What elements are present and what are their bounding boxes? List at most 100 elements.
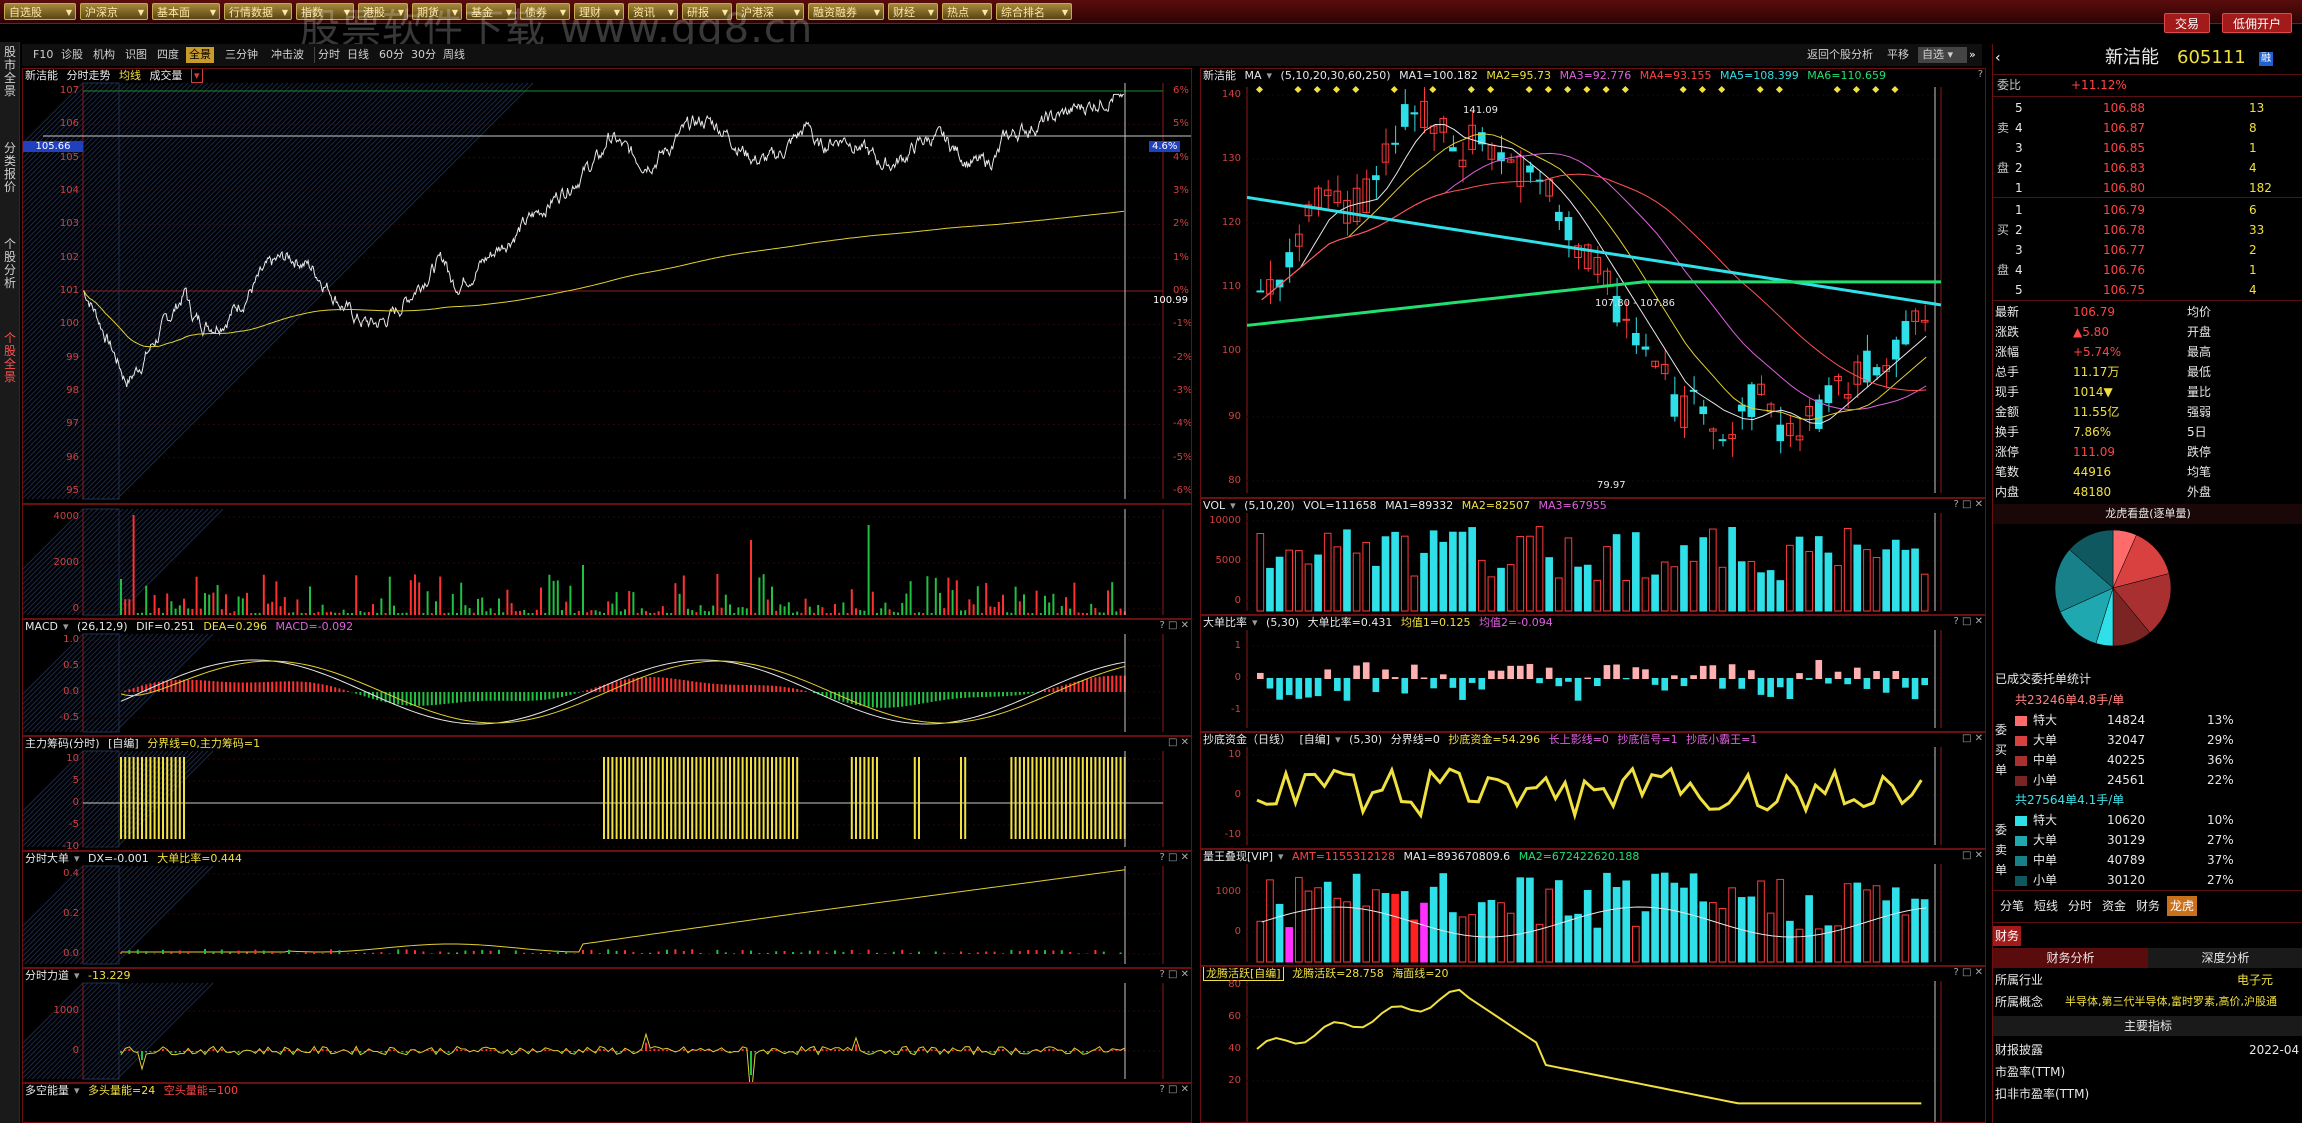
lwhx-bar xyxy=(1641,911,1650,963)
vol-bar xyxy=(1891,539,1900,612)
bid-price[interactable]: 106.76 xyxy=(2103,260,2145,280)
hatch-line xyxy=(66,982,164,1080)
candle-body xyxy=(1526,165,1534,173)
bottom-tab-0[interactable]: 分笔 xyxy=(1997,896,2027,916)
bottom-tab-2[interactable]: 分时 xyxy=(2065,896,2095,916)
pct-tick-label: 3% xyxy=(1173,185,1189,196)
candle-body xyxy=(1641,346,1650,350)
tab-f10[interactable]: F10 xyxy=(30,47,56,63)
signal-diamond xyxy=(1544,85,1552,94)
ratio-bar xyxy=(1613,664,1620,679)
lwhx-bar xyxy=(1468,914,1476,963)
back-to-stock-analysis[interactable]: 返回个股分析 xyxy=(1804,47,1876,63)
tab-weekly[interactable]: 周线 xyxy=(440,47,468,63)
bid-price[interactable]: 106.77 xyxy=(2103,240,2145,260)
dragon-tick-label: 80 xyxy=(1228,979,1241,990)
kline-range-label: 107.80 - 107.86 xyxy=(1595,298,1675,309)
sell-swatch xyxy=(2015,850,2031,870)
watchlist-dropdown[interactable]: 自选 ▾ xyxy=(1918,47,1968,63)
ask-price[interactable]: 106.80 xyxy=(2103,178,2145,198)
ask-price[interactable]: 106.88 xyxy=(2103,98,2145,118)
hatch-line xyxy=(26,982,124,1080)
menu-item-15[interactable]: 热点 ▼ xyxy=(942,3,992,20)
bid-price[interactable]: 106.79 xyxy=(2103,200,2145,220)
tab-panorama[interactable]: 全景 xyxy=(186,47,214,63)
webi-label: 委比 xyxy=(1997,78,2022,92)
hatch-line xyxy=(111,750,209,848)
lwhx-bar xyxy=(1853,882,1862,963)
bottom-tab-3[interactable]: 资金 xyxy=(2099,896,2129,916)
fin-analysis-tab[interactable]: 财务分析 xyxy=(1993,948,2148,968)
vol-bar xyxy=(1352,552,1361,612)
tab-60min[interactable]: 60分 xyxy=(376,47,407,63)
legend-swatch xyxy=(2015,815,2027,826)
left-tab-stock-analysis[interactable]: 个股分析 xyxy=(2,238,18,290)
trade-button[interactable]: 交易 xyxy=(2164,13,2211,33)
menu-item-2[interactable]: 基本面 ▼ xyxy=(152,3,220,20)
tab-daily[interactable]: 日线 xyxy=(344,47,372,63)
menu-item-16[interactable]: 综合排名 ▼ xyxy=(996,3,1072,20)
vol-bar xyxy=(1343,529,1351,612)
candle-body xyxy=(1814,399,1823,429)
menu-item-1[interactable]: 沪深京 ▼ xyxy=(80,3,148,20)
menu-item-3[interactable]: 行情数据 ▼ xyxy=(224,3,292,20)
vol-bar xyxy=(1535,526,1544,612)
left-tab-stock-panorama[interactable]: 个股全景 xyxy=(2,332,18,384)
stat-label: 涨跌 xyxy=(1995,325,2020,339)
pan-button[interactable]: 平移 xyxy=(1884,47,1912,63)
vol-bar xyxy=(1304,563,1313,612)
price-tick-label: 104 xyxy=(59,185,79,196)
finance-tab[interactable]: 财务 xyxy=(1993,926,2021,946)
deep-analysis-tab[interactable]: 深度分析 xyxy=(2148,948,2302,968)
signal-diamond xyxy=(1756,85,1764,94)
lwhx-bar xyxy=(1795,928,1804,963)
tab-institution[interactable]: 机构 xyxy=(90,47,118,63)
ask-price[interactable]: 106.87 xyxy=(2103,118,2145,138)
menu-item-14[interactable]: 财经 ▼ xyxy=(888,3,938,20)
tab-30min[interactable]: 30分 xyxy=(408,47,439,63)
tab-pattern[interactable]: 识图 xyxy=(122,47,150,63)
menu-item-13[interactable]: 融资融券 ▼ xyxy=(808,3,884,20)
ask-vol: 182 xyxy=(2249,181,2272,195)
menu-item-0[interactable]: 自选股 ▼ xyxy=(4,3,76,20)
bottom-tab-4[interactable]: 财务 xyxy=(2133,896,2163,916)
pct-tick-label: -2% xyxy=(1173,351,1192,363)
tab-intraday[interactable]: 分时 xyxy=(314,47,343,63)
sell-label: 特大 xyxy=(2033,813,2058,827)
lwhx-bar xyxy=(1381,893,1390,963)
tab-four-degree[interactable]: 四度 xyxy=(154,47,182,63)
bid-price[interactable]: 106.75 xyxy=(2103,280,2145,300)
left-tab-market-overview[interactable]: 股市全景 xyxy=(2,46,18,98)
ask-price[interactable]: 106.85 xyxy=(2103,138,2145,158)
panel-controls-icon[interactable]: ? □ ✕ xyxy=(1160,1084,1190,1095)
hatch-line xyxy=(26,508,134,616)
bid-price[interactable]: 106.78 xyxy=(2103,220,2145,240)
bottom-tab-5[interactable]: 龙虎 xyxy=(2167,896,2198,916)
stat-label: 金额 xyxy=(1995,405,2020,419)
hatch-line xyxy=(71,982,169,1080)
lwhx-bar xyxy=(1285,927,1294,963)
buy-side-label: 单 xyxy=(1995,763,2008,777)
tab-diagnose[interactable]: 诊股 xyxy=(58,47,86,63)
left-tab-category-quote[interactable]: 分类报价 xyxy=(2,142,18,194)
back-arrow-icon[interactable]: ‹ xyxy=(1995,48,2001,68)
tab-shockwave[interactable]: 冲击波 xyxy=(268,47,307,63)
vol-bar xyxy=(1699,537,1708,612)
collapse-arrows-icon[interactable]: » xyxy=(1966,47,1979,63)
bottom-tab-1[interactable]: 短线 xyxy=(2031,896,2061,916)
ratio-bar xyxy=(1892,670,1900,679)
candle-body xyxy=(1564,217,1573,241)
hatch-line xyxy=(71,508,179,616)
bid-vol: 1 xyxy=(2249,263,2257,277)
signal-diamond xyxy=(1294,85,1302,94)
hatch-line xyxy=(46,982,144,1080)
stock-badge-icon[interactable]: 融 xyxy=(2259,52,2273,66)
vol-tick-label: 5000 xyxy=(1215,555,1241,566)
vol-bar xyxy=(1487,576,1496,612)
lowfee-account-button[interactable]: 低佣开户 xyxy=(2222,13,2293,33)
ask-price[interactable]: 106.83 xyxy=(2103,158,2145,178)
hatch-line xyxy=(56,982,154,1080)
vol-bar xyxy=(1526,535,1534,612)
ratio-bar xyxy=(1632,667,1640,679)
tab-three-minute[interactable]: 三分钟 xyxy=(222,47,261,63)
